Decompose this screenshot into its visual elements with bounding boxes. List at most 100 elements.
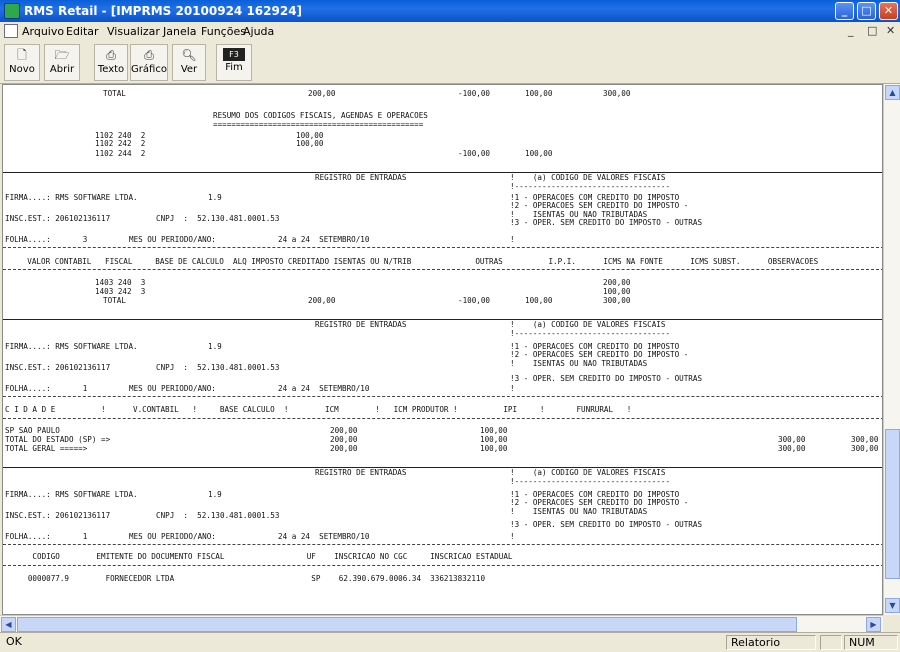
resumo-value: -100,00 — [458, 149, 491, 158]
separator-line — [3, 319, 882, 320]
top-total-v1: 200,00 — [308, 89, 336, 98]
vertical-scroll-thumb[interactable] — [885, 429, 900, 579]
section2-row-label: TOTAL GERAL =====> — [5, 444, 88, 453]
section1-total-v4: 300,00 — [603, 296, 631, 305]
minimize-button[interactable]: _ — [835, 2, 854, 20]
separator-line — [3, 418, 882, 419]
firma: FIRMA....: RMS SOFTWARE LTDA. — [5, 490, 138, 499]
top-total-v2: -100,00 — [458, 89, 491, 98]
document-icon[interactable] — [4, 24, 18, 38]
periodo: 24 a 24 SETEMBRO/10 — [278, 384, 370, 393]
resumo-value: 100,00 — [296, 139, 324, 148]
firma-version: 1.9 — [208, 342, 222, 351]
codigo-3: !3 - OPER. SEM CREDITO DO IMPOSTO - OUTR… — [510, 374, 703, 383]
status-panel-empty — [820, 635, 842, 650]
section1-code: 1403 240 3 — [95, 278, 146, 287]
cnpj: CNPJ : 52.130.481.0001.53 — [156, 511, 280, 520]
firma-version: 1.9 — [208, 193, 222, 202]
codigo-3: !3 - OPER. SEM CREDITO DO IMPOSTO - OUTR… — [510, 218, 703, 227]
section2-row-label: SP SAO PAULO — [5, 426, 60, 435]
menu-arquivo[interactable]: Arquivo — [22, 25, 64, 38]
scroll-left-icon[interactable]: ◀ — [1, 617, 16, 632]
codigo-title: ! (a) CODIGO DE VALORES FISCAIS — [510, 173, 666, 182]
codigo-title: ! (a) CODIGO DE VALORES FISCAIS — [510, 320, 666, 329]
report-view[interactable]: TOTAL 200,00 -100,00 100,00 300,00 RESUM… — [2, 84, 883, 615]
section1-value: 200,00 — [603, 278, 631, 287]
separator-line — [3, 467, 882, 468]
mdi-minimize-button[interactable]: _ — [848, 24, 854, 37]
section1-columns: VALOR CONTABIL FISCAL BASE DE CALCULO AL… — [9, 257, 819, 266]
folha: FOLHA....: 1 — [5, 532, 88, 541]
section2-row-v2: 100,00 — [480, 426, 508, 435]
section2-row-v1: 200,00 — [330, 444, 358, 453]
firma: FIRMA....: RMS SOFTWARE LTDA. — [5, 193, 138, 202]
codigo-2: !2 - OPERACOES SEM CREDITO DO IMPOSTO - — [510, 498, 689, 507]
codigo-2: !2 - OPERACOES SEM CREDITO DO IMPOSTO - — [510, 201, 689, 210]
close-button[interactable]: ✕ — [879, 2, 898, 20]
scroll-corner — [883, 615, 900, 632]
section2-row-v1: 200,00 — [330, 426, 358, 435]
cnpj: CNPJ : 52.130.481.0001.53 — [156, 214, 280, 223]
status-panel-num: NUM — [844, 635, 898, 650]
separator-line — [3, 544, 882, 545]
mdi-maximize-button[interactable]: □ — [867, 24, 877, 37]
resumo-code: 1102 244 2 — [95, 149, 146, 158]
section2-row-v2: 100,00 — [480, 435, 508, 444]
separator-line — [3, 269, 882, 270]
abrir-button[interactable]: 🗁 Abrir — [44, 44, 80, 81]
inscricao-estadual: INSC.EST.: 206102136117 — [5, 363, 111, 372]
novo-button[interactable]: 🗋 Novo — [4, 44, 40, 81]
grafico-button[interactable]: ⎙ Gráfico — [130, 44, 168, 81]
folha: FOLHA....: 3 — [5, 235, 88, 244]
section1-total-v2: -100,00 — [458, 296, 491, 305]
texto-button[interactable]: ⎙ Texto — [94, 44, 128, 81]
separator-line — [3, 172, 882, 173]
codigo-separator: !---------------------------------- — [510, 182, 671, 191]
section2-row-v3: 300,00 — [778, 435, 806, 444]
menu-funcoes[interactable]: Funções — [201, 25, 246, 38]
ver-label: Ver — [180, 64, 198, 75]
maximize-button[interactable]: □ — [857, 2, 876, 20]
firma: FIRMA....: RMS SOFTWARE LTDA. — [5, 342, 138, 351]
menu-janela[interactable]: Janela — [163, 25, 197, 38]
toolbar: 🗋 Novo 🗁 Abrir ⎙ Texto ⎙ Gráfico 🔍︎ Ver … — [0, 41, 900, 84]
fim-button[interactable]: F3 Fim — [216, 44, 252, 81]
status-text: OK — [6, 635, 22, 648]
mdi-close-button[interactable]: ✕ — [886, 24, 895, 37]
resumo-value: 100,00 — [525, 149, 553, 158]
codigo-separator: !---------------------------------- — [510, 329, 671, 338]
menu-ajuda[interactable]: Ajuda — [243, 25, 274, 38]
scroll-down-icon[interactable]: ▼ — [885, 598, 900, 613]
status-panel-report: Relatorio — [726, 635, 816, 650]
vertical-scrollbar[interactable]: ▲ ▼ — [883, 84, 900, 615]
inscricao-estadual: INSC.EST.: 206102136117 — [5, 511, 111, 520]
title-bar: RMS Retail - [IMPRMS 20100924 162924] _ … — [0, 0, 900, 22]
printer-icon: ⎙ — [106, 48, 116, 62]
grafico-label: Gráfico — [131, 64, 167, 75]
printer-graphic-icon: ⎙ — [144, 48, 154, 62]
folha: FOLHA....: 1 — [5, 384, 88, 393]
app-icon — [4, 3, 20, 19]
abrir-label: Abrir — [49, 64, 75, 75]
horizontal-scrollbar[interactable]: ◀ ▶ — [0, 615, 883, 632]
horizontal-scroll-thumb[interactable] — [17, 617, 797, 632]
mes-label: MES OU PERIODO/ANO: — [129, 235, 216, 244]
ver-button[interactable]: 🔍︎ Ver — [172, 44, 206, 81]
registro-title: REGISTRO DE ENTRADAS — [315, 468, 407, 477]
separator-line — [3, 396, 882, 397]
menu-visualizar[interactable]: Visualizar — [107, 25, 160, 38]
menu-bar: Arquivo Editar Visualizar Janela Funções… — [0, 22, 900, 41]
codigo-title: ! (a) CODIGO DE VALORES FISCAIS — [510, 468, 666, 477]
section1-total-label: TOTAL — [103, 296, 126, 305]
f3-key-icon: F3 — [223, 48, 245, 61]
menu-editar[interactable]: Editar — [66, 25, 99, 38]
scroll-up-icon[interactable]: ▲ — [885, 85, 900, 100]
cnpj: CNPJ : 52.130.481.0001.53 — [156, 363, 280, 372]
top-total-label: TOTAL — [103, 89, 126, 98]
scroll-right-icon[interactable]: ▶ — [866, 617, 881, 632]
bang: ! — [510, 235, 515, 244]
separator-line — [3, 247, 882, 248]
section3-row: 0000077.9 FORNECEDOR LTDA SP 62.390.679.… — [5, 574, 486, 583]
resumo-code: 1102 242 2 — [95, 139, 146, 148]
texto-label: Texto — [97, 64, 125, 75]
